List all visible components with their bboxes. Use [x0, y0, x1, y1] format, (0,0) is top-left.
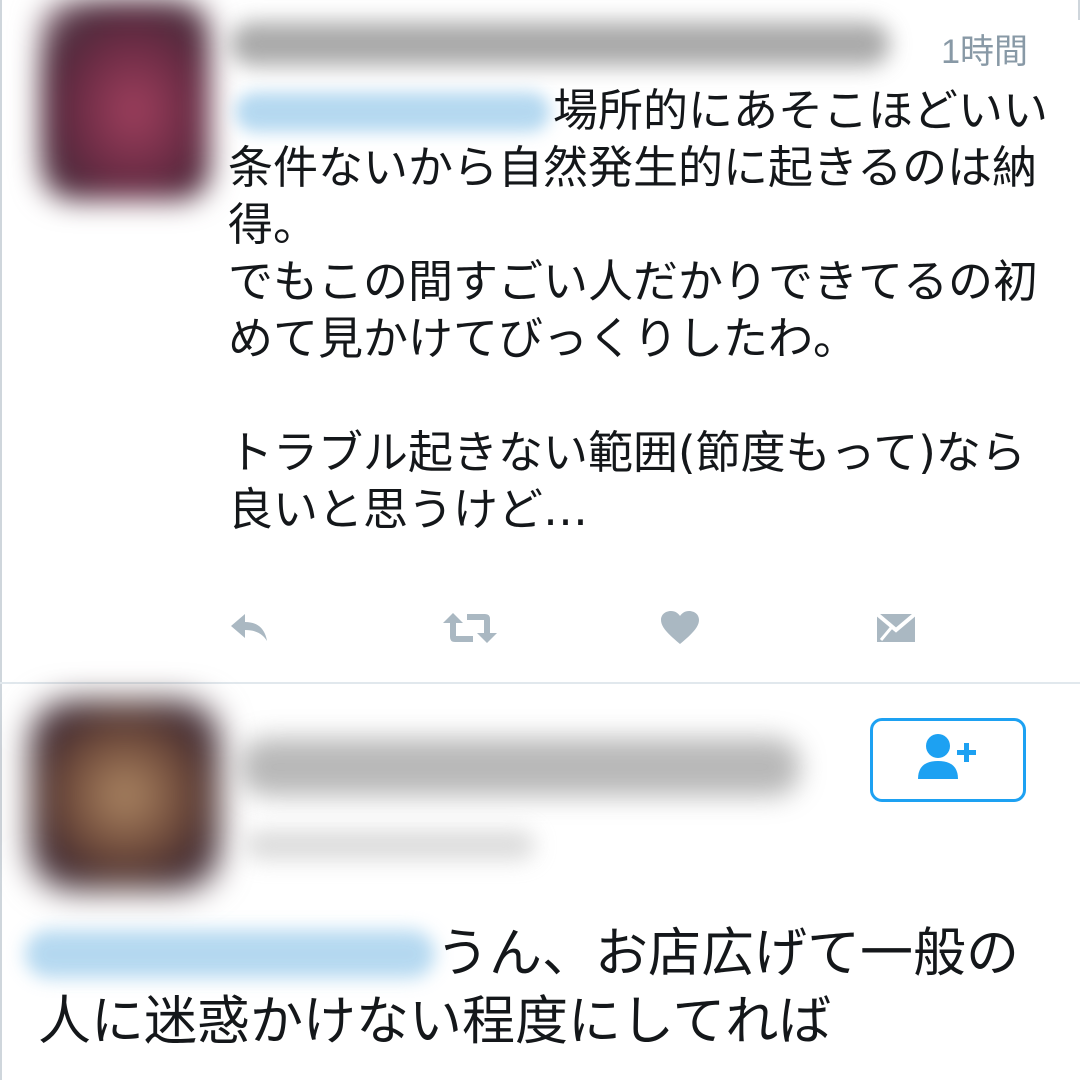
display-name-blurred[interactable] — [240, 738, 800, 796]
add-user-icon — [916, 731, 980, 789]
envelope-icon — [875, 610, 917, 646]
tweet-actions — [0, 600, 1080, 660]
username-blurred[interactable] — [245, 830, 535, 860]
avatar-blurred[interactable] — [40, 0, 210, 200]
tweet-card[interactable]: 1時間 場所的にあそこほどいい条件ないから自然発生的に起きるのは納得。 でもこの… — [0, 0, 1080, 682]
tweet-body: うん、お店広げて一般の人に迷惑かけない程度にしてれば — [38, 923, 1019, 1052]
retweet-icon — [441, 609, 499, 647]
tweet-divider — [0, 682, 1080, 684]
reply-button[interactable] — [220, 600, 280, 656]
retweet-button[interactable] — [440, 600, 500, 656]
tweet-text: 場所的にあそこほどいい条件ないから自然発生的に起きるのは納得。 でもこの間すごい… — [228, 82, 1048, 538]
avatar-blurred[interactable] — [30, 700, 220, 890]
tweet-timestamp[interactable]: 1時間 — [941, 24, 1028, 73]
display-name-blurred[interactable] — [230, 22, 890, 66]
follow-button[interactable] — [870, 718, 1026, 802]
heart-icon — [660, 610, 700, 646]
reply-icon — [227, 610, 273, 646]
tweet-text: うん、お店広げて一般の人に迷惑かけない程度にしてれば — [38, 920, 1058, 1056]
tweet-body: 場所的にあそこほどいい条件ないから自然発生的に起きるのは納得。 でもこの間すごい… — [228, 84, 1049, 536]
like-button[interactable] — [650, 600, 710, 656]
direct-message-button[interactable] — [866, 600, 926, 656]
